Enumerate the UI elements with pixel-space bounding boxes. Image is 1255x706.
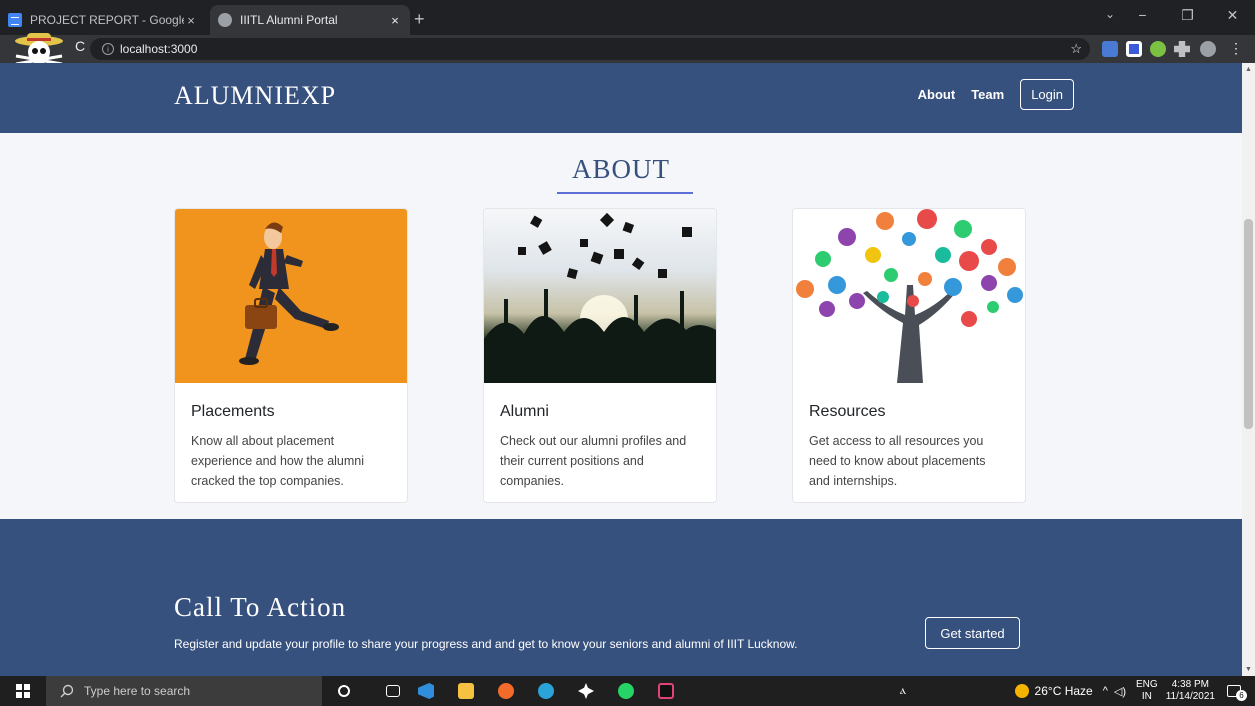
window-controls: − ❐ ✕ bbox=[1120, 0, 1255, 30]
cta-title: Call To Action bbox=[174, 592, 347, 622]
bookmark-star-icon[interactable]: ☆ bbox=[1070, 41, 1082, 57]
taskbar-search-box[interactable]: Type here to search bbox=[46, 676, 322, 706]
clock-date: 11/14/2021 bbox=[1165, 691, 1215, 702]
site-nav: About Team Login bbox=[918, 79, 1074, 110]
url-text: localhost:3000 bbox=[120, 42, 198, 56]
tab-search-icon[interactable]: ⌄ bbox=[1105, 7, 1115, 21]
language-indicator[interactable]: ENG IN bbox=[1136, 679, 1158, 703]
site-logo[interactable]: ALUMNIEXP bbox=[174, 81, 336, 111]
tab-strip: PROJECT REPORT - Google Docs × IIITL Alu… bbox=[0, 0, 1255, 35]
translate-extension-icon[interactable] bbox=[1102, 41, 1118, 57]
scrollbar-thumb[interactable] bbox=[1244, 219, 1253, 429]
region-code: IN bbox=[1141, 691, 1152, 702]
windows-start-icon[interactable] bbox=[0, 684, 46, 698]
terminal-icon[interactable] bbox=[658, 683, 674, 699]
section-title: ABOUT bbox=[572, 154, 670, 184]
nav-about-link[interactable]: About bbox=[918, 87, 956, 102]
profile-icon[interactable] bbox=[1200, 41, 1216, 57]
social-tree-illustration bbox=[793, 209, 1025, 383]
clock[interactable]: 4:38 PM 11/14/2021 bbox=[1166, 679, 1215, 703]
restore-button[interactable]: ❐ bbox=[1165, 0, 1210, 30]
card-title: Alumni bbox=[500, 403, 549, 420]
edge-icon[interactable] bbox=[538, 683, 554, 699]
scroll-down-icon[interactable]: ▼ bbox=[1245, 666, 1252, 673]
scroll-up-icon[interactable]: ▲ bbox=[1245, 66, 1252, 73]
cortana-icon[interactable] bbox=[338, 685, 350, 697]
clock-time: 4:38 PM bbox=[1171, 679, 1209, 690]
search-icon bbox=[60, 684, 74, 698]
profile-avatar-icon[interactable] bbox=[14, 28, 64, 68]
card-text: Check out our alumni profiles and their … bbox=[500, 434, 687, 488]
reload-icon[interactable]: C bbox=[70, 38, 90, 54]
people-icon[interactable]: ⲁ bbox=[900, 683, 906, 698]
lang-code: ENG bbox=[1136, 679, 1158, 690]
card-text: Get access to all resources you need to … bbox=[809, 434, 986, 488]
get-started-button[interactable]: Get started bbox=[925, 617, 1020, 649]
browser-menu-icon[interactable]: ⋮ bbox=[1229, 40, 1243, 57]
running-businessman-illustration bbox=[175, 209, 407, 383]
extension-green-icon[interactable] bbox=[1150, 41, 1166, 57]
address-bar[interactable]: i localhost:3000 ☆ bbox=[90, 38, 1090, 60]
alumni-card[interactable]: Alumni Check out our alumni profiles and… bbox=[483, 208, 717, 503]
card-title: Resources bbox=[809, 403, 886, 420]
placements-card[interactable]: Placements Know all about placement expe… bbox=[174, 208, 408, 503]
new-tab-button[interactable]: + bbox=[414, 9, 425, 30]
google-docs-icon bbox=[8, 13, 22, 27]
resources-card[interactable]: Resources Get access to all resources yo… bbox=[792, 208, 1026, 503]
weather-icon bbox=[1014, 684, 1029, 698]
cta-text: Register and update your profile to shar… bbox=[174, 637, 798, 651]
tab-title: PROJECT REPORT - Google Docs bbox=[30, 13, 184, 27]
info-icon[interactable]: i bbox=[102, 43, 114, 55]
graduation-photo bbox=[484, 209, 716, 383]
tab-close-icon[interactable]: × bbox=[184, 13, 198, 28]
extension-icon[interactable] bbox=[1126, 41, 1142, 57]
title-underline bbox=[557, 192, 693, 194]
minimize-button[interactable]: − bbox=[1120, 0, 1165, 30]
tab-close-icon[interactable]: × bbox=[388, 13, 402, 28]
chevron-up-icon[interactable]: ^ bbox=[1103, 685, 1108, 697]
tab-title: IIITL Alumni Portal bbox=[240, 13, 338, 27]
notification-center-icon[interactable]: 6 bbox=[1227, 685, 1247, 701]
file-explorer-icon[interactable] bbox=[458, 683, 474, 699]
system-tray: 26°C Haze ^ ◁) ENG IN 4:38 PM 11/14/2021… bbox=[1014, 676, 1255, 706]
notification-badge: 6 bbox=[1236, 690, 1247, 701]
task-view-icon[interactable] bbox=[386, 685, 400, 697]
chrome-profile-icon[interactable] bbox=[498, 683, 514, 699]
card-title: Placements bbox=[191, 403, 275, 420]
web-page: ALUMNIEXP About Team Login ABOUT Placeme… bbox=[0, 63, 1242, 676]
close-window-button[interactable]: ✕ bbox=[1210, 0, 1255, 30]
volume-icon[interactable]: ◁) bbox=[1114, 685, 1126, 698]
weather-text[interactable]: 26°C Haze bbox=[1035, 684, 1093, 698]
site-header: ALUMNIEXP About Team Login bbox=[0, 63, 1242, 133]
card-text: Know all about placement experience and … bbox=[191, 434, 365, 488]
call-to-action-section: Call To Action Register and update your … bbox=[0, 519, 1242, 676]
login-button[interactable]: Login bbox=[1020, 79, 1074, 110]
tab-alumni-portal[interactable]: IIITL Alumni Portal × bbox=[210, 5, 410, 35]
nav-team-link[interactable]: Team bbox=[971, 87, 1004, 102]
whatsapp-icon[interactable] bbox=[618, 683, 634, 699]
page-scrollbar[interactable]: ▲ ▼ bbox=[1242, 63, 1255, 676]
search-placeholder: Type here to search bbox=[84, 684, 191, 698]
globe-icon bbox=[218, 13, 232, 27]
